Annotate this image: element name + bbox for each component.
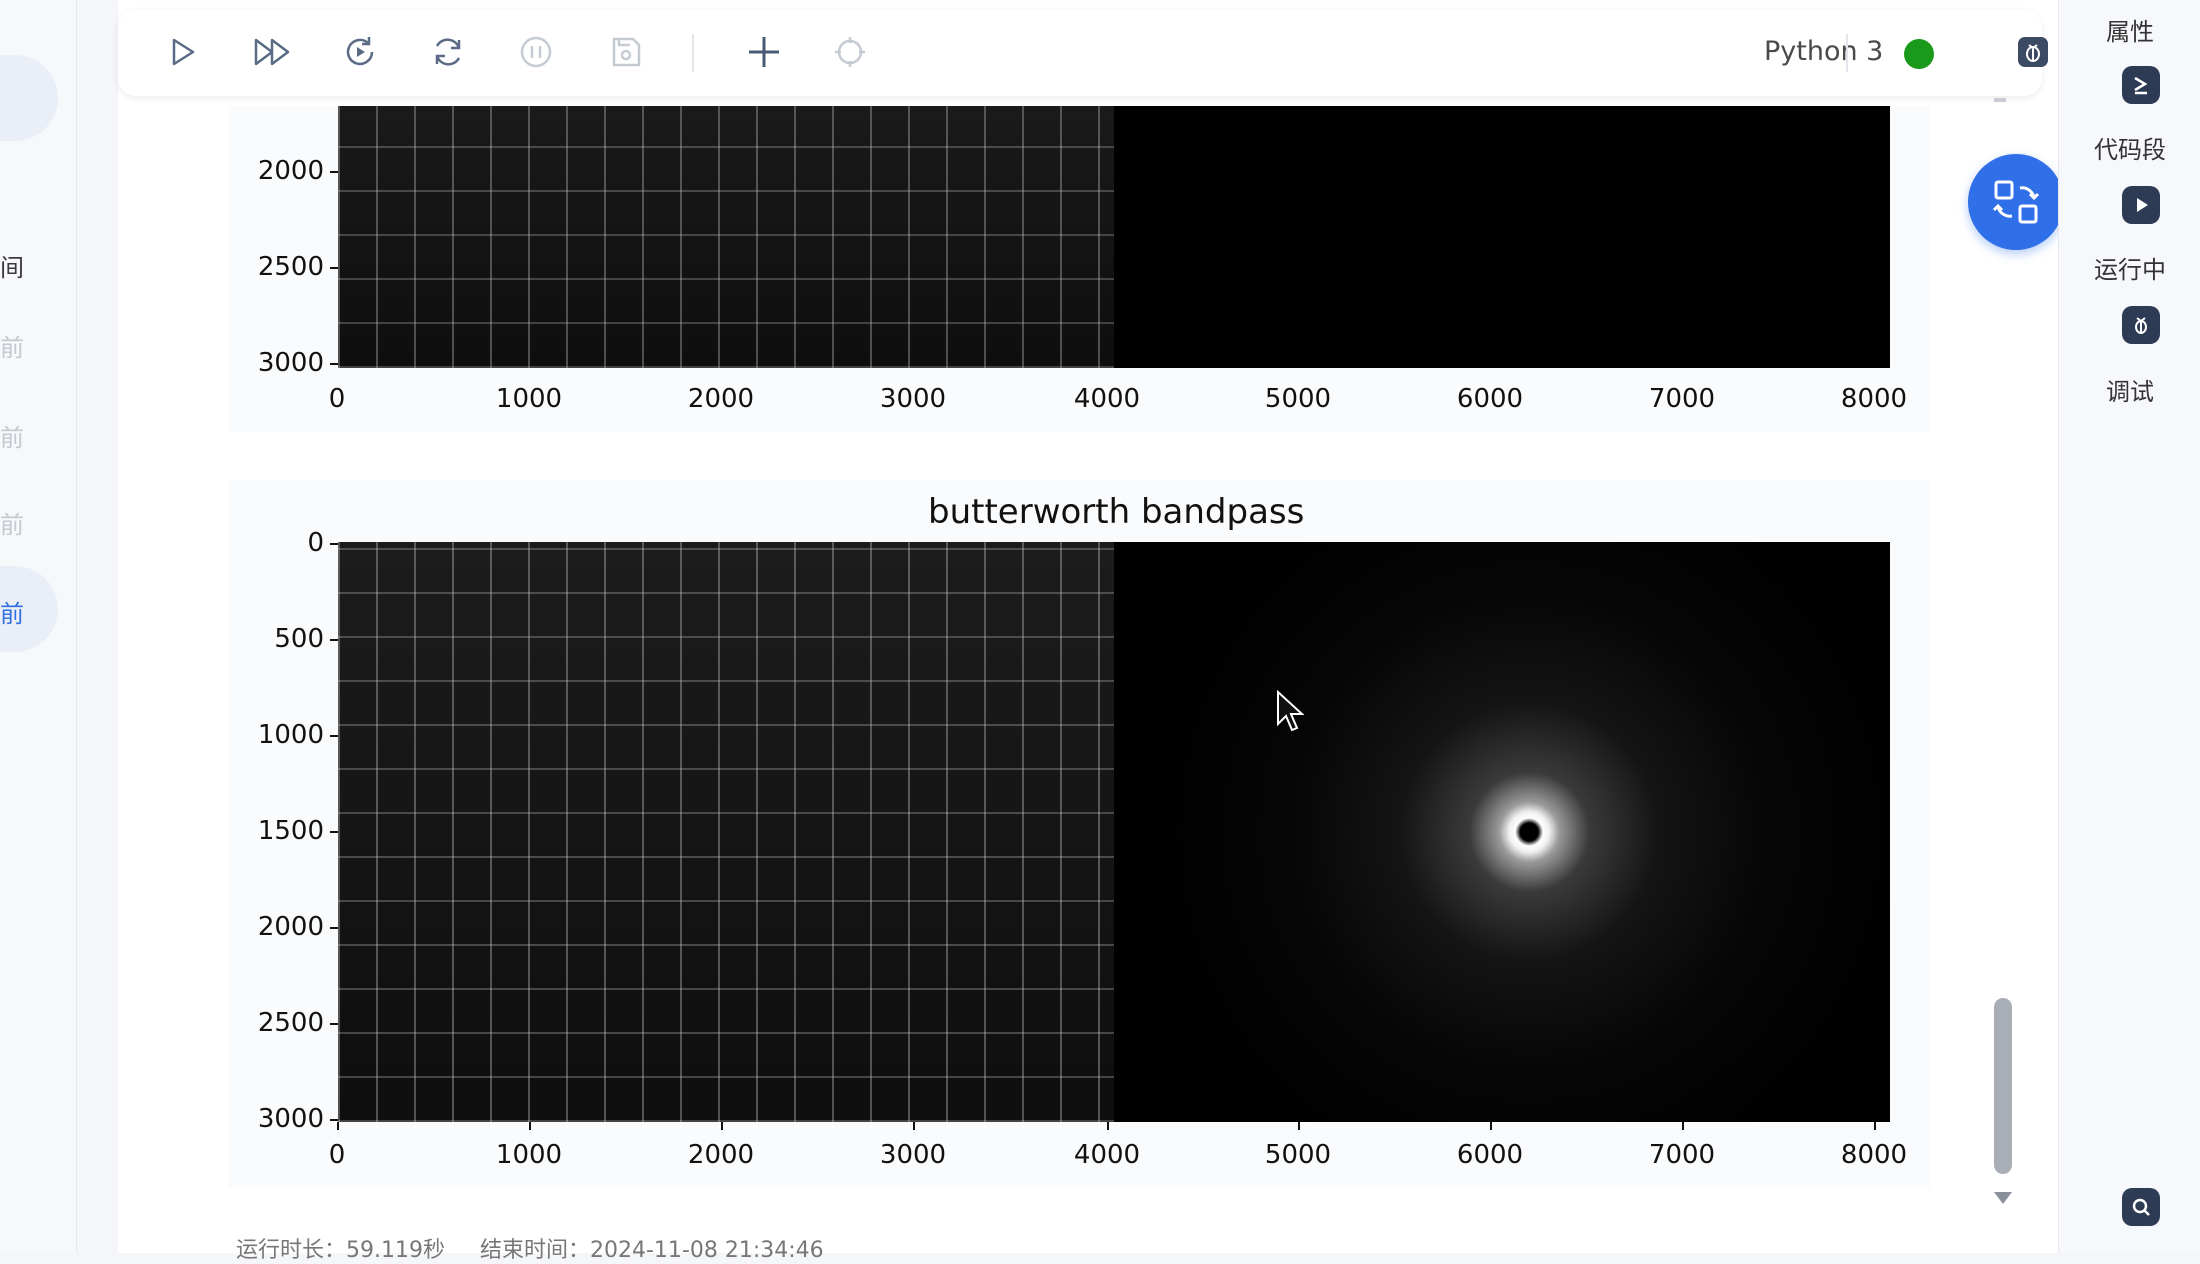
x-tick-label: 7000 (1648, 1140, 1716, 1170)
run-all-icon[interactable] (248, 28, 296, 76)
y-tick-mark (330, 363, 338, 365)
x-tick-label: 3000 (879, 384, 947, 414)
x-tick-label: 4000 (1073, 384, 1141, 414)
scroll-down-arrow-icon[interactable] (1992, 1190, 2014, 1206)
x-tick-label: 2000 (687, 1140, 755, 1170)
mouse-cursor-icon (1277, 690, 1304, 732)
sidebar-item[interactable]: 前 (0, 418, 24, 453)
y-tick-mark (330, 1119, 338, 1121)
y-tick-label: 2000 (257, 912, 324, 942)
y-tick-label: 3000 (257, 1104, 324, 1134)
restart-run-icon[interactable] (336, 28, 384, 76)
x-tick-label: 5000 (1264, 384, 1332, 414)
toolbar-divider (1846, 34, 1848, 72)
kernel-name: Python 3 (1764, 36, 1884, 67)
y-tick-mark (330, 735, 338, 737)
scroll-marker (1994, 98, 2006, 102)
y-tick-label: 0 (307, 528, 324, 558)
properties-label[interactable]: 属性 (2059, 12, 2200, 47)
run-icon[interactable] (158, 28, 206, 76)
x-tick-label: 4000 (1073, 1140, 1141, 1170)
x-tick-label: 0 (328, 1140, 346, 1170)
notebook-toolbar: Python 3 (118, 10, 2160, 96)
x-tick-label: 2000 (687, 384, 755, 414)
switch-view-icon (1992, 180, 2040, 224)
x-tick-label: 7000 (1648, 384, 1716, 414)
y-tick-label: 2500 (257, 252, 324, 282)
x-tick-label: 1000 (495, 1140, 563, 1170)
toolbar-divider (692, 34, 694, 72)
y-tick-mark (330, 639, 338, 641)
y-tick-mark (330, 171, 338, 173)
restart-icon[interactable] (424, 28, 472, 76)
kernel-status-indicator (1904, 39, 1934, 69)
y-tick-mark (330, 543, 338, 545)
x-tick-mark (1490, 1122, 1492, 1130)
x-tick-mark (337, 1122, 339, 1130)
y-tick-label: 1500 (257, 816, 324, 846)
y-tick-label: 2500 (257, 1008, 324, 1038)
sidebar-item[interactable]: 前 (0, 328, 24, 363)
x-tick-mark (529, 1122, 531, 1130)
x-tick-label: 3000 (879, 1140, 947, 1170)
save-icon[interactable] (602, 28, 650, 76)
edge-image-left (338, 106, 1114, 368)
x-tick-label: 6000 (1456, 1140, 1524, 1170)
left-sidebar: 间 前 前 前 前 (0, 0, 77, 1253)
running-icon[interactable] (2122, 186, 2160, 224)
plot-image-1 (338, 106, 1890, 368)
x-tick-mark (913, 1122, 915, 1130)
x-tick-mark (1107, 1122, 1109, 1130)
switch-view-button[interactable] (1968, 154, 2064, 250)
x-tick-label: 5000 (1264, 1140, 1332, 1170)
snippets-label[interactable]: 代码段 (2059, 130, 2200, 165)
target-icon[interactable] (826, 28, 874, 76)
y-tick-label: 3000 (257, 348, 324, 378)
x-tick-mark (721, 1122, 723, 1130)
debug-label[interactable]: 调试 (2059, 372, 2200, 407)
output-scrollbar-thumb[interactable] (1994, 998, 2012, 1174)
cell-status-line: 运行时长：59.119秒 结束时间：2024-11-08 21:34:46 (236, 1232, 852, 1264)
y-tick-mark (330, 927, 338, 929)
sidebar-item-active[interactable]: 前 (0, 594, 24, 629)
y-tick-mark (330, 831, 338, 833)
y-tick-mark (330, 1023, 338, 1025)
y-tick-label: 2000 (257, 156, 324, 186)
search-icon[interactable] (2122, 1188, 2160, 1226)
debug-bug-icon[interactable] (2013, 28, 2053, 76)
y-tick-mark (330, 267, 338, 269)
edge-image-left (338, 542, 1114, 1122)
y-tick-label: 500 (274, 624, 324, 654)
running-label[interactable]: 运行中 (2059, 250, 2200, 285)
x-tick-label: 8000 (1840, 384, 1908, 414)
x-tick-mark (1682, 1122, 1684, 1130)
x-tick-label: 0 (328, 384, 346, 414)
bandpass-spectrum-right (1114, 542, 1890, 1122)
end-time-text: 结束时间：2024-11-08 21:34:46 (479, 1238, 824, 1263)
debug-icon[interactable] (2122, 306, 2160, 344)
x-tick-label: 1000 (495, 384, 563, 414)
y-tick-label: 1000 (257, 720, 324, 750)
sidebar-item[interactable]: 前 (0, 505, 24, 540)
add-cell-icon[interactable] (740, 28, 788, 76)
spectrum-image-right (1114, 106, 1890, 368)
snippets-icon[interactable] (2122, 66, 2160, 104)
plot-image-2 (338, 542, 1890, 1122)
sidebar-item[interactable]: 间 (0, 248, 24, 283)
x-tick-mark (1874, 1122, 1876, 1130)
x-tick-label: 6000 (1456, 384, 1524, 414)
x-tick-mark (1298, 1122, 1300, 1130)
interrupt-icon[interactable] (512, 28, 560, 76)
x-tick-label: 8000 (1840, 1140, 1908, 1170)
sidebar-pill-top[interactable] (0, 55, 58, 141)
plot-title: butterworth bandpass (928, 492, 1305, 532)
runtime-text: 运行时长：59.119秒 (236, 1238, 445, 1263)
